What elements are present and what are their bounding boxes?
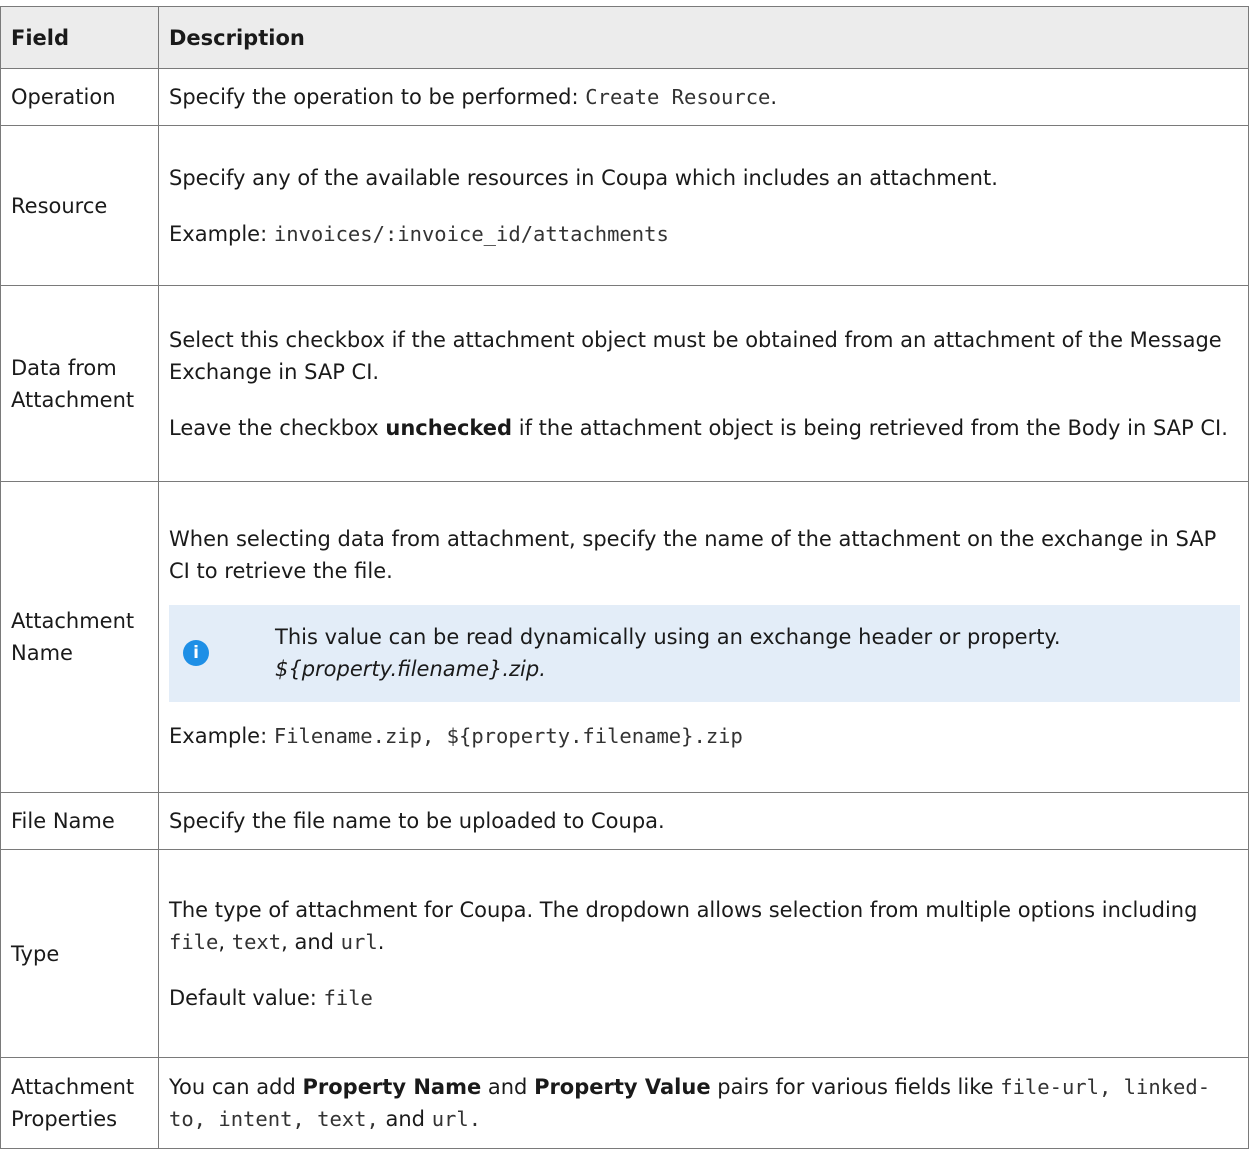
table-row: Resource Specify any of the available re…: [0, 125, 1249, 286]
desc-text: Select this checkbox if the attachment o…: [169, 327, 1222, 384]
code-text: url: [340, 929, 378, 954]
emphasis-text: unchecked: [385, 415, 513, 440]
field-cell: Type: [0, 849, 159, 1058]
emphasis-text: Property Name: [302, 1075, 482, 1099]
code-text: file: [169, 929, 219, 954]
field-cell: File Name: [0, 792, 159, 850]
example-label: Example:: [169, 221, 274, 246]
info-icon: i: [183, 640, 209, 666]
desc-text: Specify any of the available resources i…: [169, 165, 998, 190]
description-cell: Specify the operation to be performed: C…: [158, 68, 1249, 126]
table-row: Data from Attachment Select this checkbo…: [0, 285, 1249, 482]
desc-fragment: .: [377, 929, 385, 954]
code-text: Create Resource: [585, 85, 771, 109]
example-line: Example: invoices/:invoice_id/attachment…: [169, 218, 1240, 250]
desc-fragment: and: [378, 1107, 432, 1131]
code-text: Filename.zip, ${property.filename}.zip: [273, 723, 743, 748]
description-cell: You can add Property Name and Property V…: [158, 1057, 1249, 1149]
table-header-row: Field Description: [0, 6, 1249, 69]
example-label: Example:: [169, 723, 274, 748]
desc-fragment: , and: [281, 929, 341, 954]
code-text: url.: [431, 1107, 482, 1131]
default-label: Default value:: [169, 985, 324, 1010]
description-cell: When selecting data from attachment, spe…: [158, 481, 1249, 793]
table-row: Type The type of attachment for Coupa. T…: [0, 849, 1249, 1058]
field-cell: Attachment Properties: [0, 1057, 159, 1149]
table-row: File Name Specify the file name to be up…: [0, 792, 1249, 850]
note-italic: ${property.filename}.zip.: [275, 657, 546, 681]
desc-text: Specify the operation to be performed:: [169, 85, 586, 109]
code-text: file: [323, 985, 373, 1010]
desc-fragment: and: [481, 1075, 535, 1099]
desc-text: The type of attachment for Coupa. The dr…: [169, 894, 1240, 958]
note-line: This value can be read dynamically using…: [275, 625, 1061, 649]
field-cell: Resource: [0, 125, 159, 286]
field-description-table: Field Description Operation Specify the …: [0, 6, 1249, 1149]
desc-fragment: ,: [218, 929, 232, 954]
desc-text: .: [770, 85, 778, 109]
desc-fragment: The type of attachment for Coupa. The dr…: [169, 897, 1198, 922]
example-line: Example: Filename.zip, ${property.filena…: [169, 720, 1240, 752]
desc-text: When selecting data from attachment, spe…: [169, 526, 1217, 583]
description-cell: Specify any of the available resources i…: [158, 125, 1249, 286]
desc-text-2: Leave the checkbox unchecked if the atta…: [169, 412, 1240, 444]
desc-fragment: Leave the checkbox: [169, 415, 386, 440]
desc-text: You can add Property Name and Property V…: [169, 1071, 1240, 1135]
header-description: Description: [158, 6, 1249, 69]
table-row: Operation Specify the operation to be pe…: [0, 68, 1249, 126]
desc-fragment: pairs for various fields like: [710, 1075, 1001, 1099]
code-text: invoices/:invoice_id/attachments: [273, 221, 669, 246]
info-note: i This value can be read dynamically usi…: [169, 604, 1240, 702]
field-cell: Attachment Name: [0, 481, 159, 793]
note-italic-line: ${property.filename}.zip.: [275, 653, 1061, 685]
table-row: Attachment Properties You can add Proper…: [0, 1057, 1249, 1149]
code-text: text: [231, 929, 282, 954]
desc-fragment: if the attachment object is being retrie…: [512, 415, 1228, 440]
emphasis-text: Property Value: [534, 1075, 711, 1099]
default-line: Default value: file: [169, 982, 1240, 1014]
note-text: This value can be read dynamically using…: [275, 621, 1061, 685]
description-cell: Select this checkbox if the attachment o…: [158, 285, 1249, 482]
table-row: Attachment Name When selecting data from…: [0, 481, 1249, 793]
header-field: Field: [0, 6, 159, 69]
desc-fragment: You can add: [169, 1075, 303, 1099]
field-cell: Operation: [0, 68, 159, 126]
description-cell: The type of attachment for Coupa. The dr…: [158, 849, 1249, 1058]
field-cell: Data from Attachment: [0, 285, 159, 482]
description-cell: Specify the file name to be uploaded to …: [158, 792, 1249, 850]
